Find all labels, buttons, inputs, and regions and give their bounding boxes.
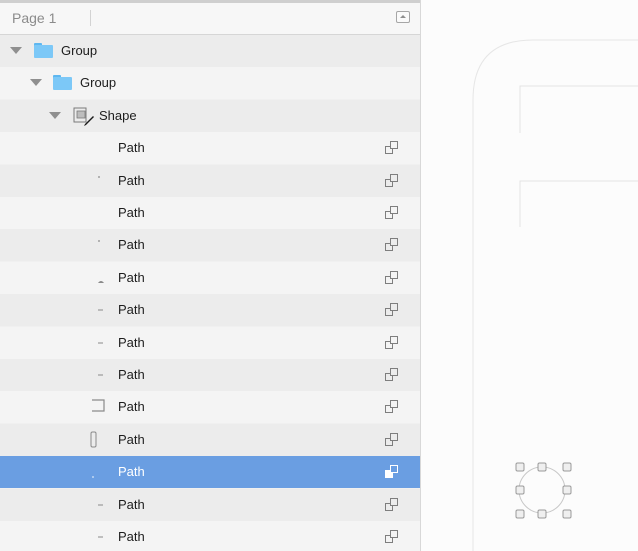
layer-row-path[interactable]: Path xyxy=(0,391,420,424)
boolean-operation-icon[interactable] xyxy=(385,303,399,317)
layer-row-path[interactable]: Path xyxy=(0,261,420,294)
path-thumbnail-icon xyxy=(86,527,106,547)
artboard-outline xyxy=(472,39,638,551)
boolean-operation-icon[interactable] xyxy=(385,335,399,350)
resize-handle-left[interactable] xyxy=(515,485,525,495)
layer-row-group[interactable]: Group xyxy=(0,67,420,100)
layer-name: Path xyxy=(118,302,145,318)
layer-name: Path xyxy=(118,529,145,544)
collapse-panel-icon[interactable] xyxy=(396,11,410,23)
path-thumbnail-icon xyxy=(86,365,106,385)
layer-name: Path xyxy=(118,334,145,350)
layer-row-path[interactable]: Path xyxy=(0,294,420,327)
boolean-operation-icon[interactable] xyxy=(385,141,399,155)
boolean-operation-icon[interactable] xyxy=(385,270,399,285)
resize-handle-top-left[interactable] xyxy=(515,462,525,472)
page-header[interactable]: Page 1 xyxy=(0,0,420,35)
path-thumbnail-icon xyxy=(86,235,106,255)
shape-icon xyxy=(73,107,95,127)
disclosure-triangle-icon[interactable] xyxy=(10,47,22,54)
layers-panel: Page 1 Group Group Shape Path Path Path Path Pa… xyxy=(0,0,421,551)
path-thumbnail-icon xyxy=(86,203,106,223)
layer-row-path[interactable]: Path xyxy=(0,359,420,391)
boolean-operation-icon[interactable] xyxy=(385,173,399,188)
layer-name: Path xyxy=(118,205,145,220)
disclosure-triangle-icon[interactable] xyxy=(49,111,61,119)
layer-name: Path xyxy=(118,237,145,253)
layer-name: Path xyxy=(118,431,145,447)
layer-name: Path xyxy=(118,367,145,382)
page-name[interactable]: Page 1 xyxy=(12,10,56,26)
layer-row-path[interactable]: Path xyxy=(0,326,420,359)
layer-name: Group xyxy=(80,75,117,91)
resize-handle-bottom-left[interactable] xyxy=(515,509,525,519)
layer-row-shape[interactable]: Shape xyxy=(0,99,420,132)
path-thumbnail-icon xyxy=(86,268,106,288)
layer-row-path[interactable]: Path xyxy=(0,197,420,229)
header-divider xyxy=(90,10,91,26)
boolean-operation-icon[interactable] xyxy=(385,400,399,414)
layer-row-group[interactable]: Group xyxy=(0,35,420,67)
layer-name: Path xyxy=(118,464,145,480)
layer-row-path[interactable]: Path xyxy=(0,521,420,551)
boolean-operation-icon[interactable] xyxy=(385,238,399,252)
disclosure-triangle-icon[interactable] xyxy=(30,79,42,87)
path-thumbnail-icon xyxy=(86,430,106,450)
layer-name: Group xyxy=(61,43,98,58)
layer-row-path[interactable]: Path xyxy=(0,423,420,456)
boolean-operation-icon[interactable] xyxy=(385,497,399,512)
path-thumbnail-icon xyxy=(86,138,106,158)
boolean-operation-icon[interactable] xyxy=(385,465,399,479)
inner-shape-top xyxy=(519,85,638,133)
layer-name: Path xyxy=(118,172,145,188)
path-thumbnail-icon xyxy=(86,333,106,353)
path-thumbnail-icon xyxy=(86,300,106,320)
path-thumbnail-icon xyxy=(86,495,106,515)
layer-row-path[interactable]: Path xyxy=(0,488,420,521)
selected-path-outline xyxy=(518,466,566,514)
path-thumbnail-icon xyxy=(86,462,106,482)
layer-row-path[interactable]: Path xyxy=(0,229,420,262)
layer-name: Path xyxy=(118,269,145,285)
folder-icon xyxy=(53,75,72,91)
layer-name: Shape xyxy=(99,107,137,123)
layer-name: Path xyxy=(118,399,145,415)
boolean-operation-icon[interactable] xyxy=(385,368,399,382)
path-thumbnail-icon xyxy=(86,171,106,191)
selected-path-bounds[interactable] xyxy=(515,462,572,519)
layer-row-path[interactable]: Path xyxy=(0,132,420,165)
resize-handle-top[interactable] xyxy=(537,462,547,472)
layer-row-path[interactable]: Path xyxy=(0,164,420,197)
path-thumbnail-icon xyxy=(86,397,106,417)
canvas-artwork xyxy=(472,39,638,551)
resize-handle-bottom[interactable] xyxy=(537,509,547,519)
layer-name: Path xyxy=(118,496,145,512)
boolean-operation-icon[interactable] xyxy=(385,206,399,220)
resize-handle-bottom-right[interactable] xyxy=(562,509,572,519)
canvas[interactable] xyxy=(421,0,638,551)
boolean-operation-icon[interactable] xyxy=(385,432,399,447)
inner-shape-middle xyxy=(519,180,638,227)
layer-row-path[interactable]: Path xyxy=(0,456,420,489)
resize-handle-top-right[interactable] xyxy=(562,462,572,472)
folder-icon xyxy=(34,43,53,58)
boolean-operation-icon[interactable] xyxy=(385,530,399,544)
layer-name: Path xyxy=(118,140,145,156)
resize-handle-right[interactable] xyxy=(562,485,572,495)
